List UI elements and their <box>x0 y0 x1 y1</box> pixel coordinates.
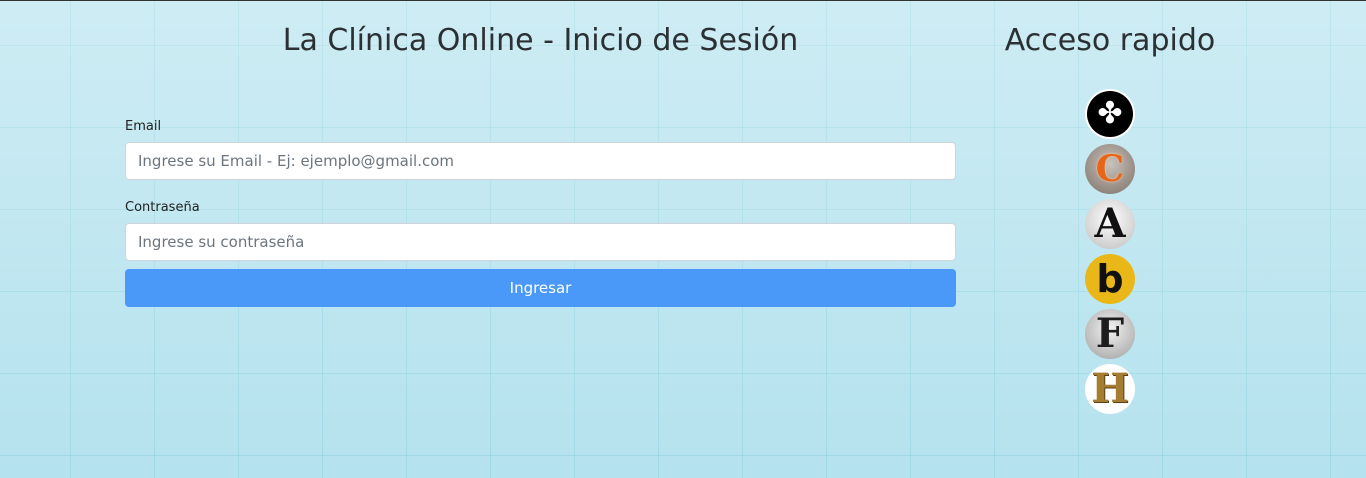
quick-access-user-6[interactable]: H <box>1085 364 1135 414</box>
letter-h-icon: H <box>1091 365 1129 412</box>
password-field[interactable] <box>125 223 956 261</box>
login-button[interactable]: Ingresar <box>125 269 956 307</box>
quick-access-user-3[interactable]: A <box>1085 199 1135 249</box>
email-group: Email <box>125 119 956 180</box>
letter-f-icon: F <box>1095 310 1125 357</box>
page-title: La Clínica Online - Inicio de Sesión <box>282 23 799 58</box>
quick-access-user-2[interactable]: C <box>1085 144 1135 194</box>
quick-access-list: ✤ C A b F H <box>1085 89 1135 419</box>
ornament-icon: ✤ <box>1087 91 1133 137</box>
letter-a-icon: A <box>1094 200 1126 247</box>
quick-access-title: Acceso rapido <box>1004 23 1216 58</box>
password-label: Contraseña <box>125 200 200 215</box>
email-field[interactable] <box>125 142 956 180</box>
quick-access-user-1[interactable]: ✤ <box>1085 89 1135 139</box>
quick-access-user-5[interactable]: F <box>1085 309 1135 359</box>
email-label: Email <box>125 119 162 134</box>
marquee-letter-c-icon: C <box>1095 148 1125 190</box>
quick-access-user-4[interactable]: b <box>1085 254 1135 304</box>
letter-b-icon: b <box>1096 257 1124 301</box>
login-form: Email Contraseña Ingresar <box>125 119 956 307</box>
password-group: Contraseña <box>125 200 956 261</box>
ornament-glyph: ✤ <box>1097 96 1123 131</box>
